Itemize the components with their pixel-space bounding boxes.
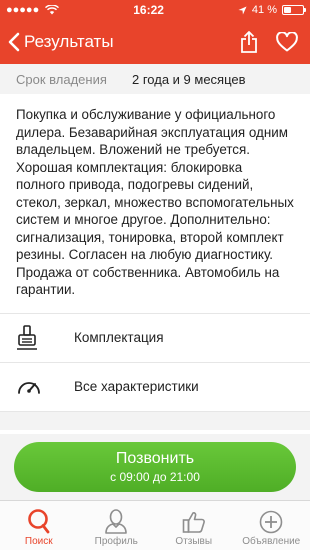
share-icon[interactable] [240, 31, 258, 53]
tab-bar: Поиск Профиль Отзывы Объявление [0, 500, 310, 550]
location-arrow-icon [238, 5, 247, 15]
battery-percent: 41 % [251, 4, 277, 16]
listing-content: Срок владения 2 года и 9 месяцев Покупка… [0, 64, 310, 434]
status-right: 41 % [238, 4, 306, 16]
nav-actions [240, 31, 302, 53]
call-title: Позвонить [115, 450, 195, 467]
tab-reviews-label: Отзывы [175, 536, 213, 547]
thumbs-up-icon [182, 512, 205, 533]
all-specs-label: Все характеристики [74, 379, 199, 394]
equipment-icon [17, 324, 37, 350]
nav-bar: Результаты [0, 20, 310, 64]
ownership-row: Срок владения 2 года и 9 месяцев [0, 64, 310, 94]
battery-fill [283, 7, 292, 13]
ownership-value: 2 года и 9 месяцев [132, 71, 246, 87]
ownership-label: Срок владения [16, 71, 107, 87]
profile-icon [105, 509, 128, 534]
row-icon-wrap [16, 377, 56, 397]
battery-icon [281, 5, 306, 15]
wifi-icon [45, 5, 60, 15]
tab-reviews[interactable]: Отзывы [155, 501, 233, 550]
tab-profile[interactable]: Профиль [78, 501, 156, 550]
status-time: 16:22 [133, 3, 164, 17]
tab-new-ad-label: Объявление [242, 536, 301, 547]
call-area: Позвонить с 09:00 до 21:00 [0, 434, 310, 500]
search-icon [27, 509, 50, 534]
tab-search-label: Поиск [24, 536, 53, 547]
equipment-label: Комплектация [74, 330, 164, 345]
back-label: Результаты [24, 32, 114, 51]
tab-search[interactable]: Поиск [0, 501, 78, 550]
gauge-icon [18, 381, 40, 394]
call-button[interactable]: Позвонить с 09:00 до 21:00 [14, 442, 296, 492]
section-gap [0, 411, 310, 430]
tab-profile-label: Профиль [94, 536, 138, 547]
chevron-left-icon [8, 32, 20, 52]
call-hours: с 09:00 до 21:00 [110, 470, 200, 484]
status-bar: ●●●●● 16:22 41 % [0, 0, 310, 20]
add-icon [259, 510, 283, 534]
equipment-row[interactable]: Комплектация [0, 314, 310, 363]
signal-icon: ●●●●● [6, 4, 40, 16]
all-specs-row[interactable]: Все характеристики [0, 363, 310, 412]
heart-icon[interactable] [276, 32, 298, 52]
status-left: ●●●●● [6, 4, 60, 16]
row-icon-wrap [16, 324, 56, 351]
tab-new-ad[interactable]: Объявление [233, 501, 311, 550]
listing-description: Покупка и обслуживание у официального ди… [0, 94, 310, 314]
back-button[interactable]: Результаты [8, 32, 114, 52]
